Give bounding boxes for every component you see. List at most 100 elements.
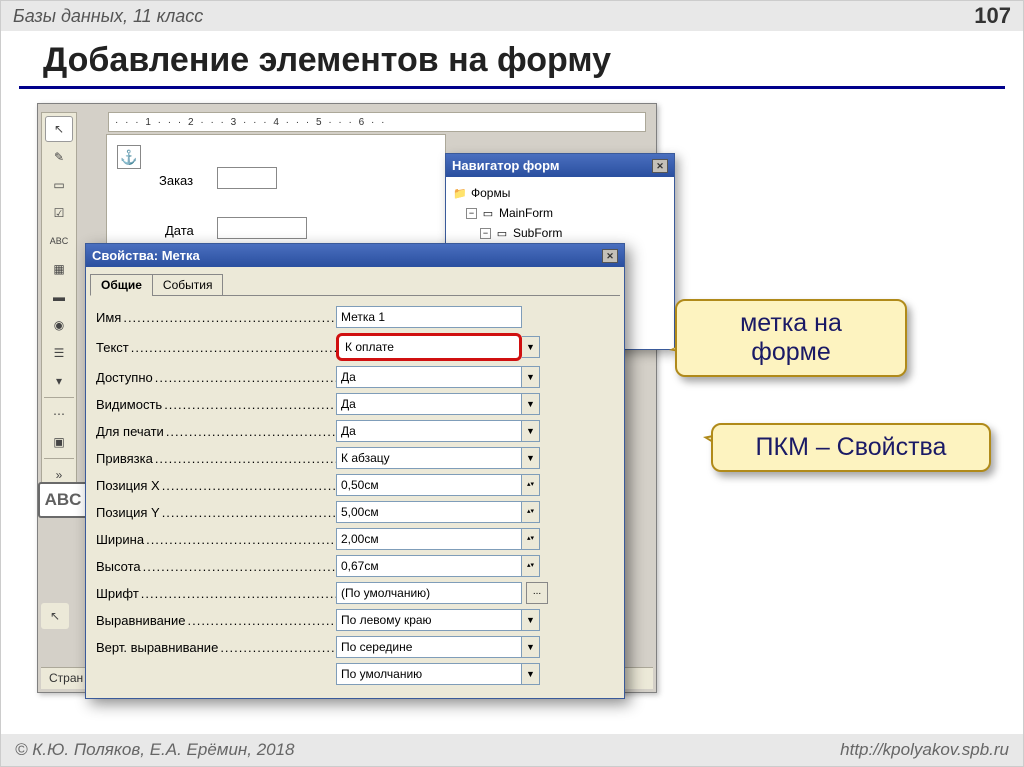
folder-icon: 📁 — [452, 186, 468, 200]
chevron-down-icon[interactable]: ▼ — [522, 636, 540, 658]
property-input[interactable] — [336, 609, 522, 631]
slide-footer: © К.Ю. Поляков, Е.А. Ерёмин, 2018 http:/… — [1, 734, 1023, 766]
form-icon: ▭ — [494, 226, 510, 240]
pushbutton-tool[interactable]: ▬ — [45, 284, 73, 310]
properties-dialog[interactable]: Свойства: Метка ✕ Общие События Имя Текст… — [85, 243, 625, 699]
property-input[interactable] — [336, 528, 522, 550]
property-label: Выравнивание — [96, 613, 336, 628]
wizard-tool[interactable]: ▣ — [45, 429, 73, 455]
property-input[interactable] — [336, 393, 522, 415]
property-label: Высота — [96, 559, 336, 574]
zakaz-field[interactable] — [217, 167, 277, 189]
form-icon: ▭ — [480, 206, 496, 220]
chevron-down-icon[interactable]: ▼ — [522, 609, 540, 631]
properties-tabs: Общие События — [90, 273, 620, 296]
property-label: Позиция X — [96, 478, 336, 493]
property-row: Привязка▼ — [96, 447, 614, 469]
zakaz-label: Заказ — [159, 173, 193, 188]
chevron-down-icon[interactable]: ▼ — [522, 447, 540, 469]
property-input[interactable] — [336, 663, 522, 685]
property-input[interactable] — [336, 582, 522, 604]
page-title: Добавление элементов на форму — [1, 31, 1023, 86]
property-row: Ширина ▴▾ — [96, 528, 614, 550]
property-row: Позиция X ▴▾ — [96, 474, 614, 496]
property-label: Шрифт — [96, 586, 336, 601]
property-row: ▼ — [96, 663, 614, 685]
tab-general[interactable]: Общие — [90, 274, 153, 296]
chevron-down-icon[interactable]: ▼ — [522, 420, 540, 442]
property-label: Видимость — [96, 397, 336, 412]
expander-icon[interactable]: − — [480, 228, 491, 239]
tree-label: MainForm — [499, 206, 553, 220]
chevron-down-icon[interactable]: ▼ — [522, 393, 540, 415]
property-input[interactable] — [336, 447, 522, 469]
property-label: Имя — [96, 310, 336, 325]
label-tool-large[interactable]: ABC — [38, 482, 88, 518]
property-row: Для печати ▼ — [96, 420, 614, 442]
property-label: Позиция Y — [96, 505, 336, 520]
property-input[interactable] — [336, 306, 522, 328]
property-input[interactable] — [336, 636, 522, 658]
listbox-tool[interactable]: ☰ — [45, 340, 73, 366]
checkbox-tool[interactable]: ☑ — [45, 200, 73, 226]
pointer-tool[interactable]: ↖ — [45, 116, 73, 142]
more-controls-tool[interactable]: ⋯ — [45, 401, 73, 427]
close-icon[interactable]: ✕ — [652, 159, 668, 173]
tree-root[interactable]: 📁 Формы — [450, 183, 670, 203]
property-label: Верт. выравнивание — [96, 640, 336, 655]
property-label: Для печати — [96, 424, 336, 439]
property-input[interactable] — [336, 501, 522, 523]
property-input[interactable] — [336, 555, 522, 577]
pointer2-tool[interactable]: ↖ — [41, 603, 69, 629]
textbox-tool[interactable]: ABC — [45, 228, 73, 254]
chevron-down-icon[interactable]: ▼ — [522, 366, 540, 388]
navigator-titlebar[interactable]: Навигатор форм ✕ — [446, 154, 674, 177]
property-row: Позиция Y ▴▾ — [96, 501, 614, 523]
course-label: Базы данных, 11 класс — [13, 6, 203, 27]
design-mode-tool[interactable]: ✎ — [45, 144, 73, 170]
spin-buttons[interactable]: ▴▾ — [522, 555, 540, 577]
title-underline — [19, 86, 1005, 89]
property-row: Верт. выравнивание ▼ — [96, 636, 614, 658]
property-row: Высота ▴▾ — [96, 555, 614, 577]
option-button-tool[interactable]: ◉ — [45, 312, 73, 338]
tab-events[interactable]: События — [152, 274, 224, 296]
property-row: Шрифт... — [96, 582, 614, 604]
footer-url: http://kpolyakov.spb.ru — [840, 740, 1009, 760]
property-input[interactable] — [336, 333, 522, 361]
property-row: Текст▼ — [96, 333, 614, 361]
ellipsis-button[interactable]: ... — [526, 582, 548, 604]
footer-copyright: © К.Ю. Поляков, Е.А. Ерёмин, 2018 — [15, 740, 295, 760]
property-row: Доступно ▼ — [96, 366, 614, 388]
property-label: Доступно — [96, 370, 336, 385]
properties-title: Свойства: Метка — [92, 248, 200, 263]
chevron-down-icon[interactable]: ▼ — [522, 663, 540, 685]
chevron-down-icon[interactable]: ▼ — [522, 336, 540, 358]
bottom-toolbar: ↖ — [41, 602, 69, 630]
combo-tool[interactable]: ▾ — [45, 368, 73, 394]
data-field[interactable] — [217, 217, 307, 239]
property-input[interactable] — [336, 420, 522, 442]
spin-buttons[interactable]: ▴▾ — [522, 474, 540, 496]
property-input[interactable] — [336, 366, 522, 388]
tree-item-subform[interactable]: − ▭ SubForm — [450, 223, 670, 243]
tree-item-mainform[interactable]: − ▭ MainForm — [450, 203, 670, 223]
tree-label: SubForm — [513, 226, 562, 240]
navigator-title: Навигатор форм — [452, 158, 559, 173]
expander-icon[interactable]: − — [466, 208, 477, 219]
property-row: Имя — [96, 306, 614, 328]
status-left: Стран — [49, 671, 83, 685]
property-row: Выравнивание ▼ — [96, 609, 614, 631]
callout-label-on-form: метка на форме — [675, 299, 907, 377]
anchor-icon: ⚓ — [117, 145, 141, 169]
close-icon[interactable]: ✕ — [602, 249, 618, 263]
data-label: Дата — [165, 223, 194, 238]
spin-buttons[interactable]: ▴▾ — [522, 528, 540, 550]
property-input[interactable] — [336, 474, 522, 496]
spin-buttons[interactable]: ▴▾ — [522, 501, 540, 523]
property-label: Ширина — [96, 532, 336, 547]
formatted-field-tool[interactable]: ▦ — [45, 256, 73, 282]
form-controls-toolbar: ↖ ✎ ▭ ☑ ABC ▦ ▬ ◉ ☰ ▾ ⋯ ▣ » — [41, 112, 77, 492]
properties-titlebar[interactable]: Свойства: Метка ✕ — [86, 244, 624, 267]
form-tool[interactable]: ▭ — [45, 172, 73, 198]
